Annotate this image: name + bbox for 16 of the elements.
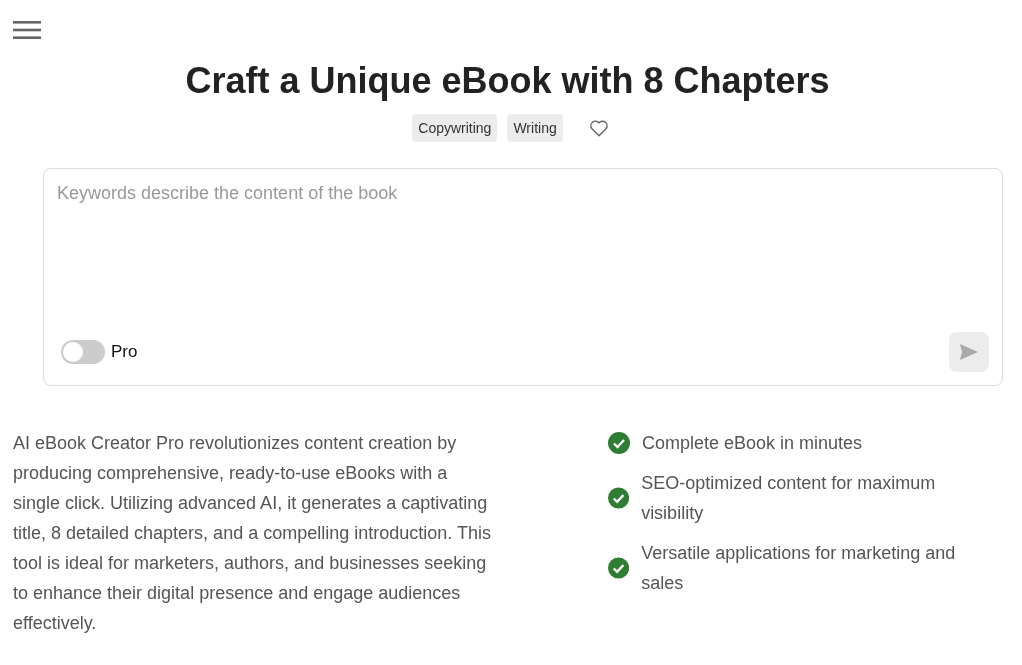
pro-toggle[interactable] xyxy=(61,340,105,364)
menu-icon[interactable] xyxy=(13,20,41,40)
feature-text: Complete eBook in minutes xyxy=(642,432,863,455)
page-title: Craft a Unique eBook with 8 Chapters xyxy=(184,60,831,102)
check-circle-icon xyxy=(608,432,630,454)
feature-text: Versatile applications for marketing and sales xyxy=(641,542,957,595)
heart-icon[interactable] xyxy=(588,119,609,137)
check-circle-icon xyxy=(608,487,630,509)
tag-chip[interactable]: Copywriting xyxy=(412,114,498,142)
description-text: AI eBook Creator Pro revolutionizes content creation by producing comprehensive, ready-to-use eBooks with a single click. Utilizing advanced AI, it generates a captivating title, 8 detailed chapters, and a compelling introduction. This tool is ideal for marketers, authors, and businesses seeking to enhance their digital presence and engage audiences effectively. xyxy=(13,432,491,635)
keywords-field[interactable]: Keywords describe the content of the book Pro xyxy=(43,168,1003,386)
send-icon xyxy=(960,344,978,360)
check-circle-icon xyxy=(608,557,630,579)
tag-chip[interactable]: Writing xyxy=(507,114,563,142)
feature-text: SEO-optimized content for maximum visibility xyxy=(641,472,937,525)
pro-label: Pro xyxy=(111,342,138,362)
